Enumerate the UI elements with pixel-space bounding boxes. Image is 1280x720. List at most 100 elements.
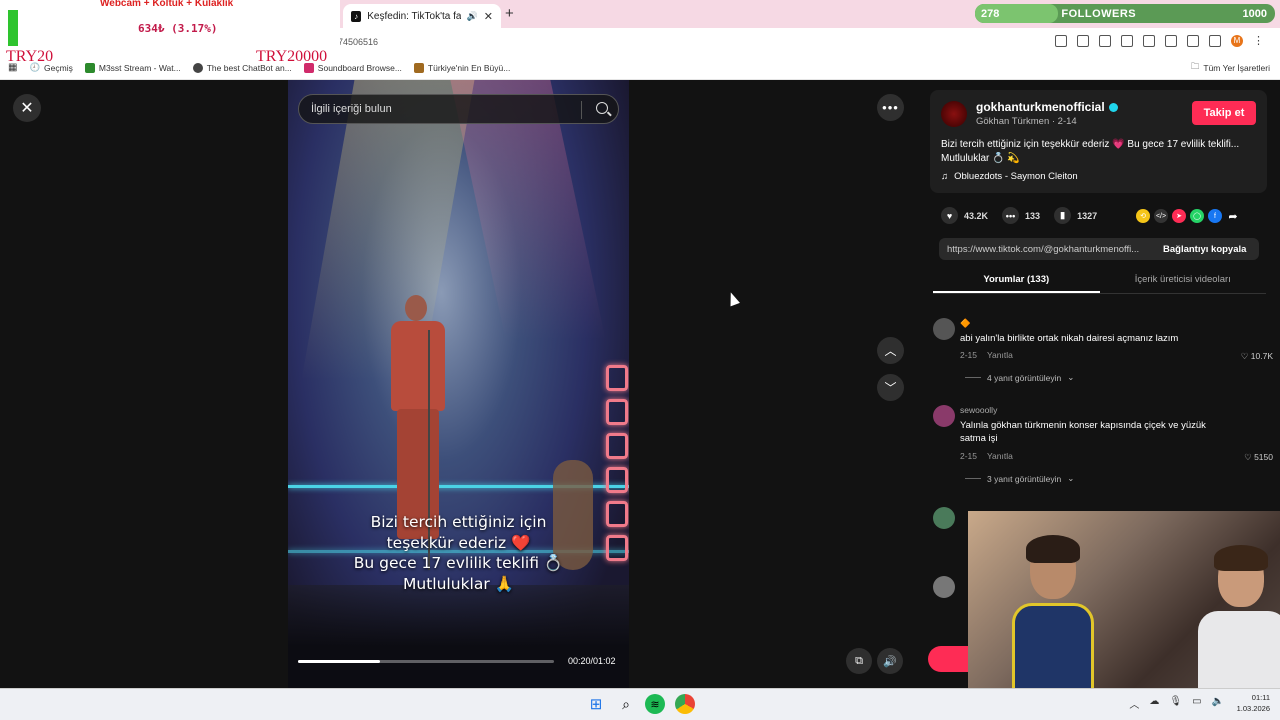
tab-comments[interactable]: Yorumlar (133) xyxy=(933,270,1100,293)
close-viewer-button[interactable]: ✕ xyxy=(13,94,41,122)
comment-text: abi yalın'la birlikte ortak nikah daires… xyxy=(960,333,1179,344)
repost-icon[interactable]: ⟲ xyxy=(1136,209,1150,223)
chrome-icon[interactable] xyxy=(675,694,695,714)
whatsapp-icon[interactable]: ◯ xyxy=(1190,209,1204,223)
donation-goal-progress xyxy=(8,10,18,46)
m3sst-icon xyxy=(84,62,95,73)
reply-button[interactable]: Yanıtla xyxy=(987,350,1013,360)
bookmark-item[interactable]: Türkiye'nin En Büyü... xyxy=(413,62,510,73)
all-bookmarks[interactable]: 🗀 Tüm Yer İşaretleri xyxy=(1191,56,1270,80)
video-player[interactable]: Bizi tercih ettiğiniz için teşekkür eder… xyxy=(288,80,629,688)
spotify-icon[interactable]: ≋ xyxy=(645,694,665,714)
video-progress-bar[interactable] xyxy=(298,660,554,663)
clock-date: 1.03.2026 xyxy=(1236,704,1270,713)
close-tab-icon[interactable]: ✕ xyxy=(484,10,493,23)
extension-toolbar: M ⋮ xyxy=(1055,34,1264,47)
post-stats: ♥ 43.2K ••• 133 ▮ 1327 xyxy=(941,207,1097,224)
comment-likes[interactable]: ♡ 5150 xyxy=(1244,452,1273,463)
streamer-person xyxy=(1198,545,1280,688)
bookmark-item[interactable]: M3sst Stream - Wat... xyxy=(84,62,181,73)
taskbar-clock[interactable]: 01:11 1.03.2026 xyxy=(1237,692,1270,714)
tab-tiktok[interactable]: ♪ Keşfedin: TikTok'ta favori vi 🔊 ✕ xyxy=(343,4,501,28)
comment-likes[interactable]: ♡ 10.7K xyxy=(1241,351,1273,362)
volume-icon[interactable]: 🔊 xyxy=(877,648,903,674)
bookmark-label: Soundboard Browse... xyxy=(317,62,402,73)
hexagon-light xyxy=(606,365,628,391)
post-music[interactable]: ♫ Obluezdots - Saymon Cleiton xyxy=(941,171,1078,182)
translate-icon[interactable] xyxy=(1055,34,1067,47)
floating-player-icon[interactable]: ⧉ xyxy=(846,648,872,674)
extension-icon[interactable] xyxy=(1099,34,1111,47)
cast-icon[interactable] xyxy=(1077,34,1089,47)
bookmark-label: M3sst Stream - Wat... xyxy=(98,62,181,73)
comment-text: Yalınla gökhan türkmenin konser kapısınd… xyxy=(960,420,1206,444)
system-tray: ︿ ☁ 🎙 ▭ 🔈 xyxy=(1129,696,1224,711)
embed-icon[interactable]: </> xyxy=(1154,209,1168,223)
caption-line: Bu gece 17 evlilik teklifi 💍 xyxy=(353,554,564,572)
chevron-up-icon[interactable]: ︿ xyxy=(1129,696,1139,711)
previous-video-button[interactable]: ︿ xyxy=(877,337,904,364)
follow-button[interactable]: Takip et xyxy=(1192,101,1256,125)
new-tab-button[interactable]: + xyxy=(505,5,514,22)
tab-creator-videos[interactable]: İçerik üreticisi videoları xyxy=(1100,270,1267,293)
reply-button[interactable]: Yanıtla xyxy=(987,451,1013,461)
creator-avatar[interactable] xyxy=(941,101,967,127)
promo-code-left: TRY20 xyxy=(6,48,54,65)
commenter-name[interactable]: sewooolly xyxy=(960,405,997,415)
chevron-down-icon: ⌄ xyxy=(1067,473,1075,483)
share-link-box[interactable]: https://www.tiktok.com/@gokhanturkmenoff… xyxy=(939,238,1259,260)
search-icon[interactable]: ⌕ xyxy=(616,694,636,714)
send-icon[interactable]: ➤ xyxy=(1172,209,1186,223)
microphone-icon[interactable]: 🎙 xyxy=(1169,696,1182,711)
all-bookmarks-label: Tüm Yer İşaretleri xyxy=(1203,63,1270,73)
search-bar[interactable]: İlgili içeriği bulun xyxy=(298,94,619,124)
streamer-hair xyxy=(1026,535,1080,563)
speaker-icon[interactable]: 🔊 xyxy=(467,11,478,22)
more-options-button[interactable]: ••• xyxy=(877,94,904,121)
next-video-button[interactable]: ﹀ xyxy=(877,374,904,401)
streamer-shirt xyxy=(1198,611,1280,688)
search-icon[interactable] xyxy=(596,102,608,114)
post-comment-button[interactable] xyxy=(928,646,972,672)
creator-username[interactable]: gokhanturkmenofficial xyxy=(976,100,1118,114)
facebook-icon[interactable]: f xyxy=(1208,209,1222,223)
replies-divider xyxy=(965,377,981,378)
commenter-name[interactable]: 🔶 xyxy=(960,318,971,329)
comment-meta: 2-15 Yanıtla xyxy=(960,350,1013,360)
url-text[interactable]: 74506516 xyxy=(338,37,378,47)
commenter-avatar[interactable] xyxy=(933,507,955,529)
network-icon[interactable]: ▭ xyxy=(1192,696,1201,711)
like-stat[interactable]: ♥ 43.2K xyxy=(941,207,988,224)
volume-icon[interactable]: 🔈 xyxy=(1212,696,1224,711)
site-icon xyxy=(413,62,424,73)
commenter-avatar[interactable] xyxy=(933,405,955,427)
followers-count: 278 xyxy=(981,7,1000,20)
share-icon[interactable]: ➦ xyxy=(1226,209,1240,223)
performer-body xyxy=(391,321,445,411)
comment-stat[interactable]: ••• 133 xyxy=(1002,207,1040,224)
music-title: Obluezdots - Saymon Cleiton xyxy=(954,171,1078,182)
view-replies-button[interactable]: 3 yanıt görüntüleyin ⌄ xyxy=(965,473,1074,484)
view-replies-button[interactable]: 4 yanıt görüntüleyin ⌄ xyxy=(965,372,1074,383)
extension-icon[interactable] xyxy=(1143,34,1155,47)
save-stat[interactable]: ▮ 1327 xyxy=(1054,207,1097,224)
tab-list-icon[interactable] xyxy=(1209,34,1221,47)
commenter-avatar[interactable] xyxy=(933,318,955,340)
menu-icon[interactable]: ⋮ xyxy=(1253,34,1264,47)
cloud-icon[interactable]: ☁ xyxy=(1149,696,1159,711)
heart-outline-icon: ♡ xyxy=(1244,452,1252,462)
commenter-avatar[interactable] xyxy=(933,576,955,598)
extension-icon[interactable] xyxy=(1121,34,1133,47)
windows-start-icon[interactable]: ⊞ xyxy=(586,694,606,714)
profile-avatar[interactable]: M xyxy=(1231,34,1243,47)
puzzle-icon[interactable] xyxy=(1187,34,1199,47)
copy-link-button[interactable]: Bağlantıyı kopyala xyxy=(1163,244,1246,255)
streamer-hair xyxy=(1214,545,1268,571)
extension-icon[interactable] xyxy=(1165,34,1177,47)
heart-outline-icon: ♡ xyxy=(1240,351,1249,361)
video-caption: Bizi tercih ettiğiniz için teşekkür eder… xyxy=(288,512,629,594)
comment-like-count: 10.7K xyxy=(1250,351,1273,361)
search-input[interactable]: İlgili içeriği bulun xyxy=(311,103,392,115)
panel-tabs: Yorumlar (133) İçerik üreticisi videolar… xyxy=(933,270,1266,294)
comment-date: 2-15 xyxy=(960,451,978,461)
